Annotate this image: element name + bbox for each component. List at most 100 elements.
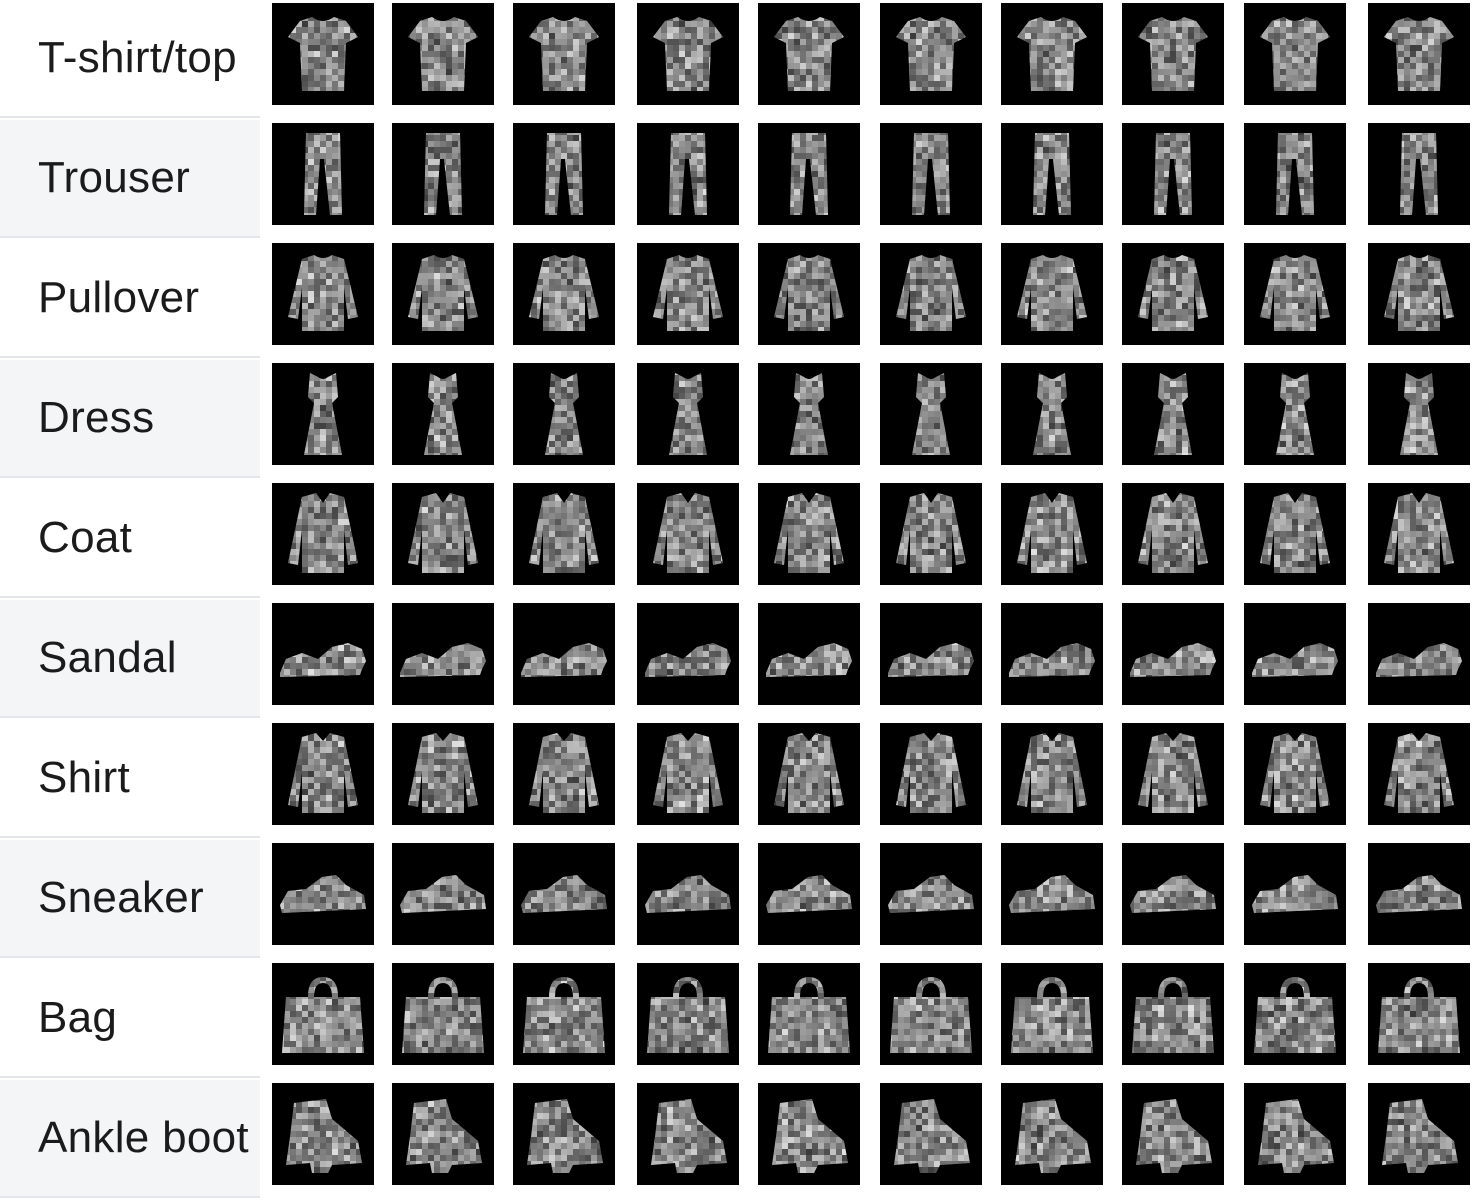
sample-image <box>392 723 494 825</box>
sample-image <box>513 723 615 825</box>
sample-image <box>513 1083 615 1185</box>
class-label: Pullover <box>0 240 260 358</box>
pixel-texture <box>408 17 478 91</box>
class-label: Bag <box>0 960 260 1078</box>
pixel-texture <box>280 875 366 913</box>
garment-image-shirt <box>408 733 478 813</box>
class-label: Coat <box>0 480 260 598</box>
sample-image <box>880 1083 982 1185</box>
pixel-texture <box>774 17 844 91</box>
sample-image <box>637 603 739 705</box>
pixel-texture <box>888 875 974 913</box>
sample-image <box>758 123 860 225</box>
pixel-texture <box>527 1099 603 1173</box>
garment-image-bag <box>282 977 364 1053</box>
garment-image-sneaker <box>1376 875 1462 913</box>
sample-image <box>880 603 982 705</box>
sample-image <box>272 123 374 225</box>
pixel-texture <box>1130 643 1216 677</box>
class-label: Sandal <box>0 600 260 718</box>
pixel-texture <box>304 373 342 455</box>
sample-image <box>272 723 374 825</box>
garment-image-bag <box>1378 977 1460 1053</box>
pixel-texture <box>1130 875 1216 913</box>
class-row-pullover: Pullover <box>0 240 1476 360</box>
pixel-texture <box>1033 133 1071 215</box>
sample-image <box>637 723 739 825</box>
pixel-texture <box>521 875 607 913</box>
sample-image <box>1244 603 1346 705</box>
garment-image-shirt <box>1384 733 1454 813</box>
garment-image-trouser <box>304 133 342 215</box>
garment-image-pullover <box>288 255 358 331</box>
sample-image <box>758 243 860 345</box>
sample-image <box>1001 3 1103 105</box>
sample-image <box>758 963 860 1065</box>
sample-image <box>758 843 860 945</box>
garment-image-tshirt <box>653 17 723 91</box>
class-row-sandal: Sandal <box>0 600 1476 720</box>
pixel-texture <box>1009 643 1095 677</box>
garment-image-shirt <box>653 733 723 813</box>
garment-image-coat <box>1384 493 1454 573</box>
sample-image <box>758 363 860 465</box>
garment-image-shirt <box>1017 733 1087 813</box>
pixel-texture <box>1260 255 1330 331</box>
garment-image-bag <box>523 977 605 1053</box>
garment-image-sandal <box>766 643 852 677</box>
garment-image-coat <box>1260 493 1330 573</box>
pixel-texture <box>645 643 731 677</box>
sample-image <box>272 3 374 105</box>
pixel-texture <box>1376 643 1462 677</box>
sample-image <box>1244 123 1346 225</box>
sample-image <box>637 483 739 585</box>
pixel-texture <box>1017 733 1087 813</box>
garment-image-trouser <box>669 133 707 215</box>
garment-image-shirt <box>529 733 599 813</box>
sample-image <box>880 123 982 225</box>
garment-image-dress <box>1400 373 1438 455</box>
garment-image-coat <box>288 493 358 573</box>
sample-image <box>758 483 860 585</box>
pixel-texture <box>1136 1099 1212 1173</box>
generated-samples-grid: T-shirt/top Trouser Pullover Dress Coat Sanda… <box>0 0 1476 1200</box>
sample-image <box>1122 243 1224 345</box>
class-row-shirt: Shirt <box>0 720 1476 840</box>
sample-image <box>1122 963 1224 1065</box>
garment-image-coat <box>1017 493 1087 573</box>
class-row-trouser: Trouser <box>0 120 1476 240</box>
sample-image <box>637 1083 739 1185</box>
sample-image <box>880 723 982 825</box>
garment-image-boot <box>1258 1099 1334 1173</box>
garment-image-tshirt <box>529 17 599 91</box>
sample-image <box>513 963 615 1065</box>
pixel-texture <box>280 643 366 677</box>
garment-image-dress <box>545 373 583 455</box>
sample-image <box>1368 483 1470 585</box>
sample-image <box>513 3 615 105</box>
garment-image-sneaker <box>645 875 731 913</box>
pixel-texture <box>523 977 605 1053</box>
pixel-texture <box>1258 1099 1334 1173</box>
pixel-texture <box>912 133 950 215</box>
pixel-texture <box>1376 875 1462 913</box>
pixel-texture <box>896 493 966 573</box>
pixel-texture <box>896 733 966 813</box>
garment-image-dress <box>669 373 707 455</box>
sample-image <box>513 603 615 705</box>
garment-image-sneaker <box>280 875 366 913</box>
sample-image <box>272 963 374 1065</box>
garment-image-trouser <box>1033 133 1071 215</box>
garment-image-dress <box>1033 373 1071 455</box>
sample-image <box>1001 123 1103 225</box>
pixel-texture <box>1260 493 1330 573</box>
garment-image-trouser <box>1400 133 1438 215</box>
garment-image-boot <box>286 1099 362 1173</box>
garment-image-boot <box>894 1099 970 1173</box>
class-label: Dress <box>0 360 260 478</box>
sample-image <box>1368 843 1470 945</box>
garment-image-shirt <box>1138 733 1208 813</box>
garment-image-sneaker <box>1009 875 1095 913</box>
sample-image <box>637 963 739 1065</box>
pixel-texture <box>424 373 462 455</box>
